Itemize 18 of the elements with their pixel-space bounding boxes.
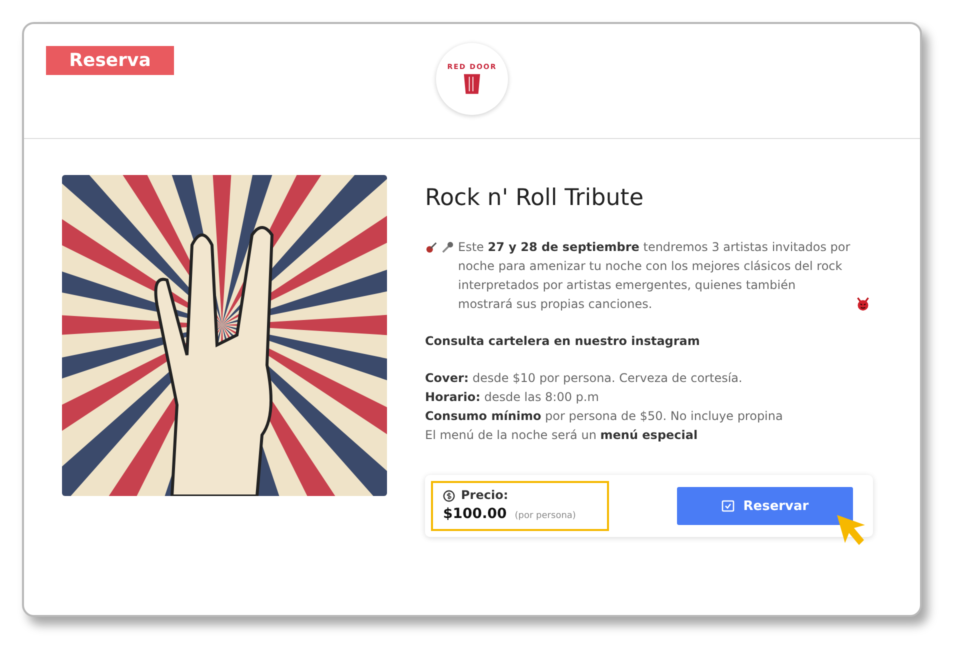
event-detail: Consumo mínimo por persona de $50. No incluye propina: [425, 408, 784, 425]
price-unit: (por persona): [514, 510, 576, 523]
event-title: Rock n' Roll Tribute: [425, 189, 644, 208]
microphone-icon: [441, 241, 454, 254]
event-detail: Cover: desde $10 por persona. Cerveza de cortesía.: [425, 370, 744, 387]
pointer-cursor-icon: [835, 513, 867, 547]
price-amount: $100.00: [443, 505, 507, 524]
event-description: Este 27 y 28 de septiembre tendremos 3 artistas invitados por noche para amenizar tu noche con los mejores clásicos del rock interpretados por artistas emergentes, quienes también mostrará sus propias canciones.: [458, 239, 852, 313]
event-detail: Horario: desde las 8:00 p.m: [425, 389, 600, 406]
devil-face-icon: [856, 297, 870, 311]
checkbox-icon: [721, 499, 736, 513]
reservar-button[interactable]: Reservar: [677, 487, 853, 525]
dollar-coin-icon: [443, 490, 455, 502]
beer-glass-icon: [463, 73, 481, 95]
event-detail: El menú de la noche será un menú especial: [425, 427, 699, 444]
reserva-badge: Reserva: [46, 46, 174, 75]
price-label: Precio:: [461, 487, 508, 504]
instagram-note: Consulta cartelera en nuestro instagram: [425, 333, 701, 350]
